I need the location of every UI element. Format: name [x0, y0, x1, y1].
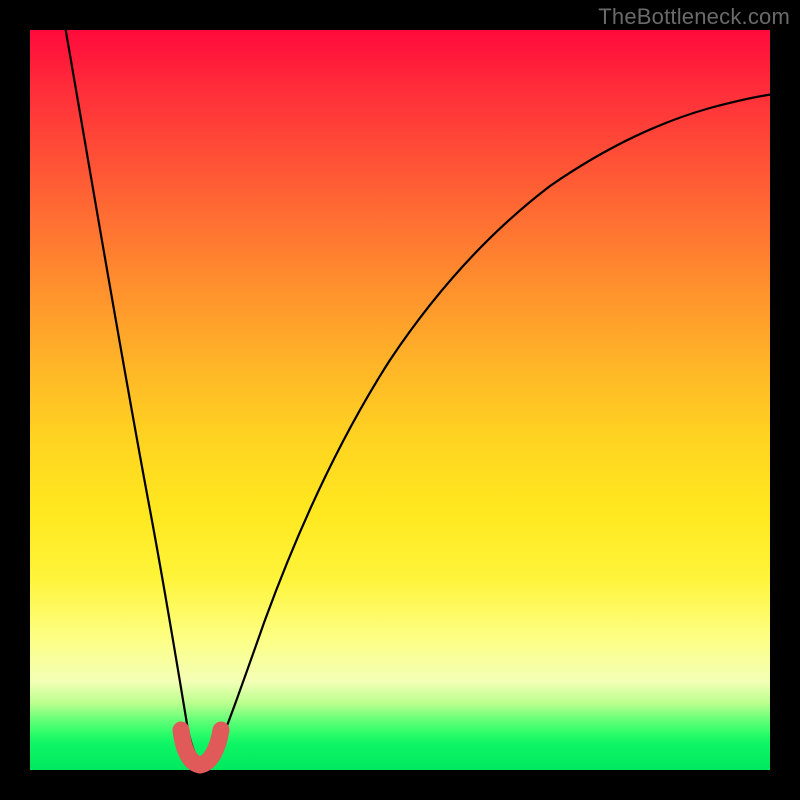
watermark-text: TheBottleneck.com [598, 4, 790, 30]
chart-frame: TheBottleneck.com [0, 0, 800, 800]
plot-svg [30, 30, 770, 770]
gradient-plot-area [30, 30, 770, 770]
minimum-marker [181, 730, 221, 765]
bottleneck-curve [65, 26, 774, 762]
